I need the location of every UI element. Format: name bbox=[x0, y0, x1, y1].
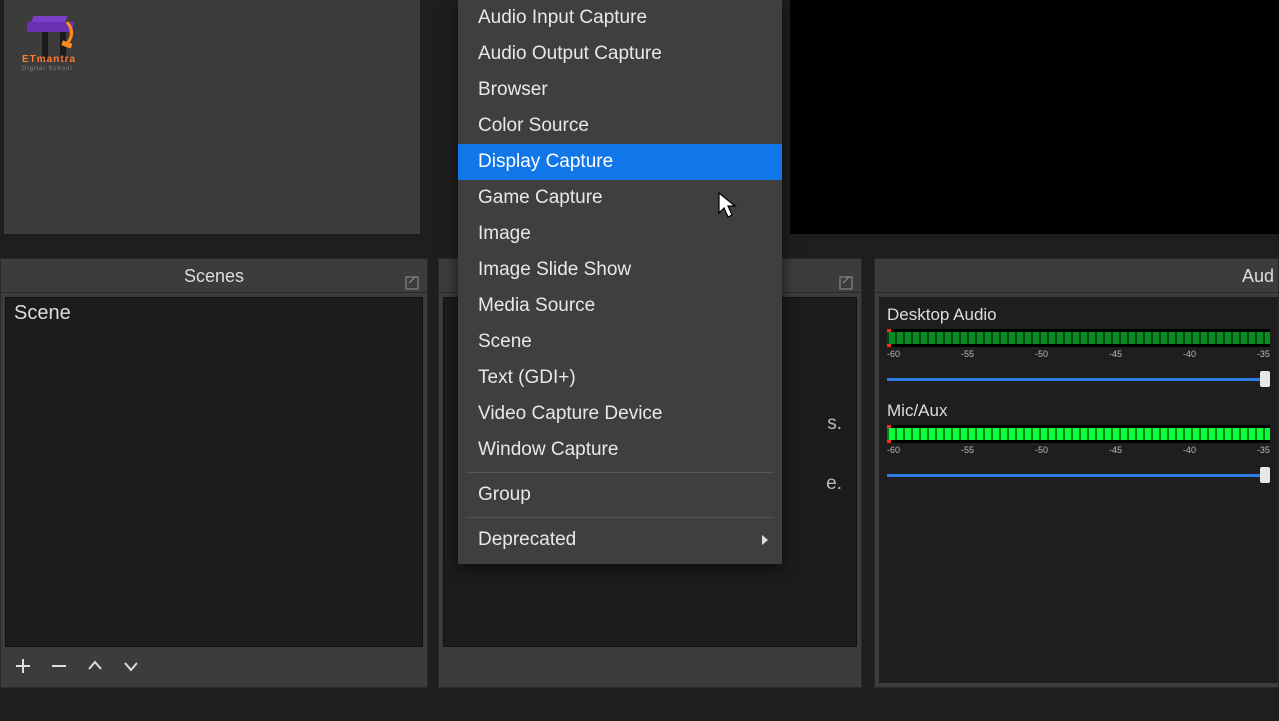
menu-item-browser[interactable]: Browser bbox=[458, 72, 782, 108]
meter-tick-label: -50 bbox=[1035, 445, 1048, 457]
popout-icon[interactable] bbox=[839, 267, 853, 281]
menu-item-text-gdi[interactable]: Text (GDI+) bbox=[458, 360, 782, 396]
scenes-toolbar bbox=[5, 649, 423, 683]
mixer-track: Desktop Audio -60 -55 -50 -45 -40 -35 bbox=[887, 305, 1270, 387]
popout-icon[interactable] bbox=[405, 267, 419, 281]
mixer-meter bbox=[887, 329, 1270, 347]
menu-separator bbox=[466, 517, 774, 518]
preview-canvas-left[interactable]: ETmantra Digital School bbox=[4, 0, 420, 234]
meter-tick-label: -50 bbox=[1035, 349, 1048, 361]
menu-item-group[interactable]: Group bbox=[458, 477, 782, 513]
move-scene-up-button[interactable] bbox=[83, 654, 107, 678]
scenes-dock-header[interactable]: Scenes bbox=[1, 259, 427, 293]
slider-thumb[interactable] bbox=[1260, 371, 1270, 387]
meter-tick-label: -45 bbox=[1109, 445, 1122, 457]
mixer-dock-title: Aud bbox=[1242, 266, 1274, 286]
mixer-volume-slider[interactable] bbox=[887, 467, 1270, 483]
sources-toolbar bbox=[443, 649, 857, 683]
menu-separator bbox=[466, 472, 774, 473]
mixer-track-label: Desktop Audio bbox=[887, 305, 1270, 325]
scenes-dock: Scenes Scene bbox=[0, 258, 428, 688]
menu-item-image[interactable]: Image bbox=[458, 216, 782, 252]
mixer-volume-slider[interactable] bbox=[887, 371, 1270, 387]
move-scene-down-button[interactable] bbox=[119, 654, 143, 678]
scene-list-item[interactable]: Scene bbox=[6, 298, 422, 329]
menu-item-color-source[interactable]: Color Source bbox=[458, 108, 782, 144]
meter-tick-label: -40 bbox=[1183, 445, 1196, 457]
mixer-body: Desktop Audio -60 -55 -50 -45 -40 -35 Mic/Aux -6… bbox=[879, 297, 1278, 683]
hint-text-fragment: e. bbox=[826, 473, 842, 495]
menu-item-scene[interactable]: Scene bbox=[458, 324, 782, 360]
menu-item-media-source[interactable]: Media Source bbox=[458, 288, 782, 324]
audio-mixer-dock: Aud Desktop Audio-60-55-50-45-40-35Mic/A… bbox=[874, 258, 1279, 688]
meter-tick-label: -60 bbox=[887, 445, 900, 457]
menu-item-display-capture[interactable]: Display Capture bbox=[458, 144, 782, 180]
cursor-icon bbox=[718, 192, 740, 220]
mixer-meter bbox=[887, 425, 1270, 443]
mixer-meter-scale: -60 -55 -50 -45 -40 -35 bbox=[887, 349, 1270, 361]
menu-item-video-capture-device[interactable]: Video Capture Device bbox=[458, 396, 782, 432]
mixer-track-label: Mic/Aux bbox=[887, 401, 1270, 421]
brand-logo-tagline: Digital School bbox=[22, 66, 73, 72]
brand-logo-text: ETmantra bbox=[22, 54, 76, 65]
menu-item-label: Deprecated bbox=[478, 529, 576, 550]
add-scene-button[interactable] bbox=[11, 654, 35, 678]
mixer-dock-header[interactable]: Aud bbox=[875, 259, 1278, 293]
slider-thumb[interactable] bbox=[1260, 467, 1270, 483]
mixer-meter-scale: -60 -55 -50 -45 -40 -35 bbox=[887, 445, 1270, 457]
meter-tick-label: -55 bbox=[961, 445, 974, 457]
add-source-context-menu: Audio Input CaptureAudio Output CaptureB… bbox=[458, 0, 782, 564]
menu-item-image-slide-show[interactable]: Image Slide Show bbox=[458, 252, 782, 288]
menu-item-audio-output-capture[interactable]: Audio Output Capture bbox=[458, 36, 782, 72]
meter-tick-label: -35 bbox=[1257, 349, 1270, 361]
hint-text-fragment: s. bbox=[827, 413, 842, 435]
menu-item-audio-input-capture[interactable]: Audio Input Capture bbox=[458, 0, 782, 36]
mixer-track: Mic/Aux -60 -55 -50 -45 -40 -35 bbox=[887, 401, 1270, 483]
submenu-arrow-icon bbox=[762, 535, 768, 545]
scenes-list[interactable]: Scene bbox=[5, 297, 423, 647]
meter-tick-label: -60 bbox=[887, 349, 900, 361]
menu-item-deprecated[interactable]: Deprecated bbox=[458, 522, 782, 558]
menu-item-window-capture[interactable]: Window Capture bbox=[458, 432, 782, 468]
meter-tick-label: -55 bbox=[961, 349, 974, 361]
meter-tick-label: -40 bbox=[1183, 349, 1196, 361]
remove-scene-button[interactable] bbox=[47, 654, 71, 678]
scenes-dock-title: Scenes bbox=[184, 266, 244, 286]
meter-tick-label: -35 bbox=[1257, 445, 1270, 457]
meter-tick-label: -45 bbox=[1109, 349, 1122, 361]
preview-canvas-right[interactable] bbox=[790, 0, 1279, 234]
